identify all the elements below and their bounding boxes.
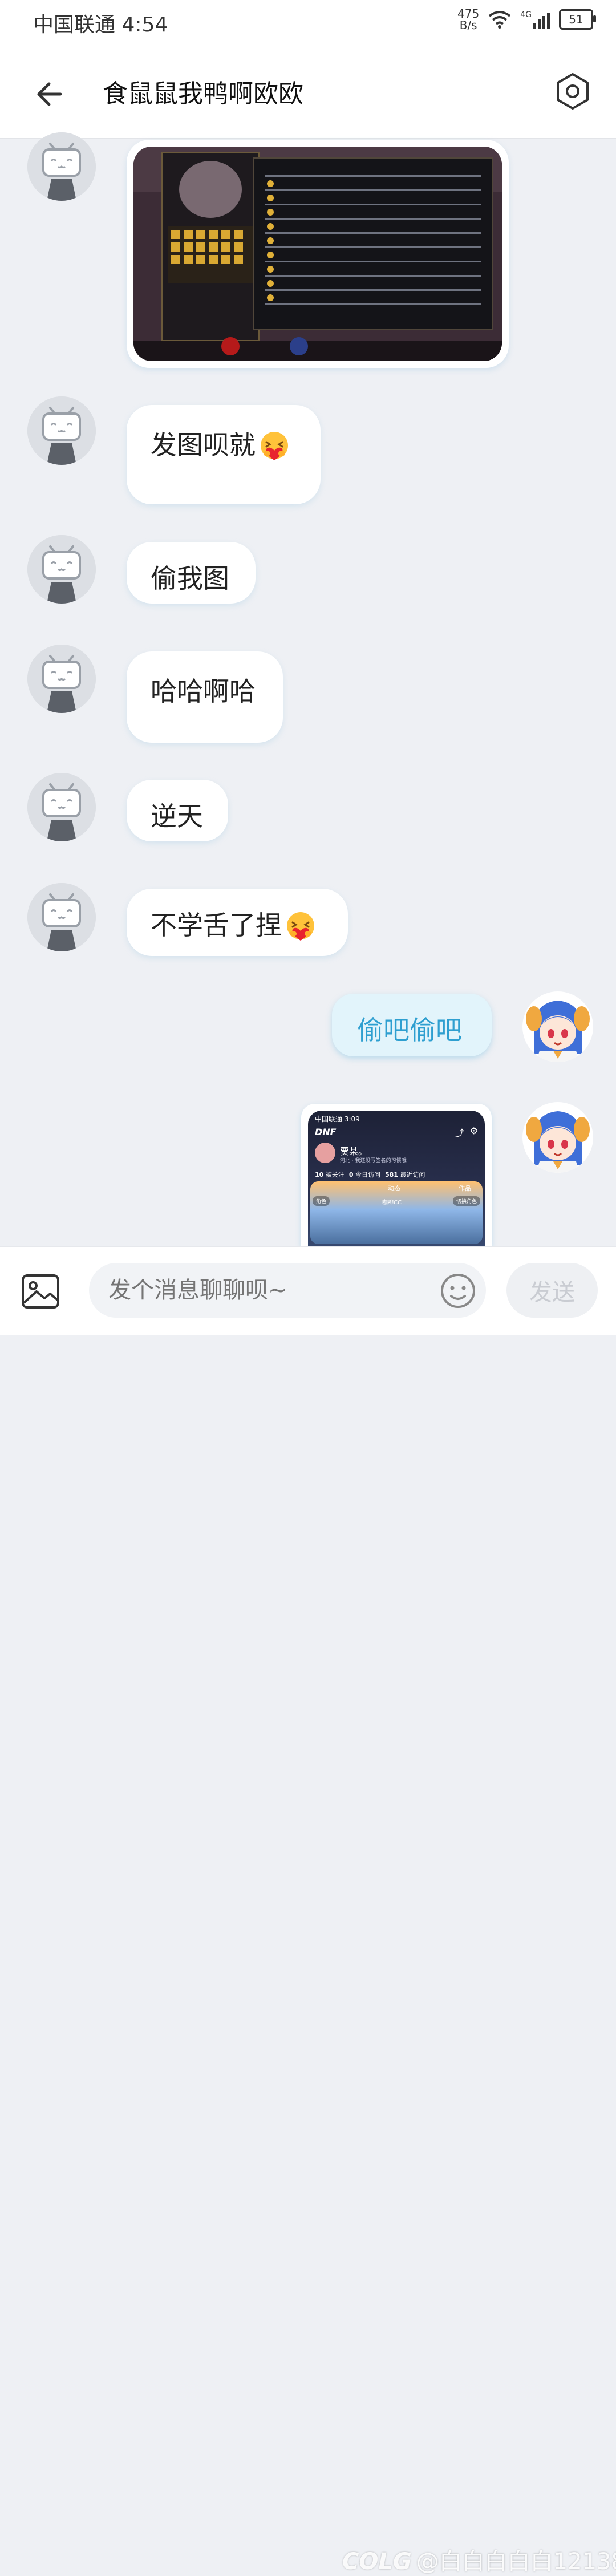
game-screenshot-art xyxy=(133,147,502,361)
network-speed-value: 475 xyxy=(457,7,480,21)
watermark-text: @白白白白白12138 xyxy=(416,2549,616,2575)
signal-type-label: 4G xyxy=(520,10,532,19)
avatar[interactable] xyxy=(27,535,96,604)
hug-heart-emoji-icon xyxy=(287,912,314,941)
emoji-button[interactable] xyxy=(439,1272,477,1310)
message-text: 不学舌了捏 xyxy=(151,910,282,941)
phone-followers: 10 xyxy=(315,1171,324,1178)
bilibili-tv-avatar-icon xyxy=(27,883,96,951)
battery-icon: 51 xyxy=(559,9,596,30)
avatar[interactable] xyxy=(27,645,96,713)
phone-role-button: 角色 xyxy=(313,1196,330,1206)
bilibili-tv-avatar-icon xyxy=(27,132,96,201)
watermark-logo: COLG xyxy=(342,2549,412,2575)
hexagon-gear-icon xyxy=(557,73,589,110)
chat-header: 食鼠鼠我鸭啊欧欧 xyxy=(0,46,616,139)
signal-icon: 4G xyxy=(520,10,550,29)
settings-button[interactable] xyxy=(552,71,593,112)
phone-tab-works: 作品 xyxy=(459,1185,471,1192)
phone-gear-icon: ⚙ xyxy=(469,1125,478,1136)
avatar[interactable] xyxy=(27,773,96,841)
message-text: 哈哈啊哈 xyxy=(151,676,256,707)
network-speed: 475 B/s xyxy=(457,8,479,31)
image-icon xyxy=(22,1274,59,1309)
phone-share-icon: ⤴ xyxy=(455,1128,464,1139)
phone-visits-today: 0 xyxy=(348,1171,354,1178)
carrier-time: 中国联通 4:54 xyxy=(33,13,168,37)
avatar[interactable] xyxy=(27,132,96,201)
message-bubble[interactable]: 逆天 xyxy=(127,780,228,841)
message-text: 偷我图 xyxy=(151,563,229,594)
message-text: 发图呗就 xyxy=(151,430,256,460)
phone-visits-today-label: 今日访问 xyxy=(355,1171,380,1178)
phone-followers-label: 被关注 xyxy=(325,1171,345,1178)
hug-heart-emoji-icon xyxy=(261,431,288,460)
watermark: COLG @白白白白白12138 xyxy=(342,2543,616,2576)
bilibili-tv-avatar-icon xyxy=(27,535,96,604)
phone-tab-dynamic: 动态 xyxy=(388,1185,400,1192)
self-avatar[interactable] xyxy=(522,991,593,1062)
message-input[interactable] xyxy=(89,1263,486,1318)
avatar[interactable] xyxy=(27,396,96,465)
image-picker-button[interactable] xyxy=(19,1271,62,1313)
message-bubble[interactable]: 发图呗就 xyxy=(127,405,321,504)
phone-user-name: 贾某。 xyxy=(340,1146,368,1157)
battery-level: 51 xyxy=(569,13,583,26)
phone-location: 河北 · 我还没写签名的习惯哦 xyxy=(340,1158,407,1164)
message-bubble[interactable]: 哈哈啊哈 xyxy=(127,651,283,743)
anime-girl-avatar-icon xyxy=(522,991,593,1062)
phone-screenshot[interactable]: 中国联通 3:09 DNF ⤴ ⚙ 贾某。 河北 · 我还没写签名的习惯哦 10… xyxy=(308,1111,485,1246)
message-text: 偷吧偷吧 xyxy=(357,1015,462,1046)
status-bar: 中国联通 4:54 475 B/s 4G 51 xyxy=(0,0,616,46)
phone-switch-role-button: 切换角色 xyxy=(452,1196,480,1206)
self-avatar[interactable] xyxy=(522,1102,593,1173)
phone-app-logo: DNF xyxy=(315,1127,337,1137)
phone-recent-visits-label: 最近访问 xyxy=(400,1171,425,1178)
wifi-icon xyxy=(489,11,511,29)
self-image-message[interactable]: 中国联通 3:09 DNF ⤴ ⚙ 贾某。 河北 · 我还没写签名的习惯哦 10… xyxy=(301,1104,492,1246)
status-icons: 475 B/s 4G 51 xyxy=(457,8,596,31)
network-speed-unit: B/s xyxy=(459,18,477,32)
message-input-bar: 发送 COLG@白白白白白12138 xyxy=(0,1246,616,2575)
bilibili-tv-avatar-icon xyxy=(27,645,96,713)
back-button[interactable] xyxy=(31,74,71,114)
send-button[interactable]: 发送 xyxy=(506,1263,598,1318)
message-bubble[interactable]: 不学舌了捏 xyxy=(127,889,348,956)
smiley-icon xyxy=(441,1274,475,1308)
self-message-bubble[interactable]: 偷吧偷吧 xyxy=(332,994,492,1056)
bilibili-tv-avatar-icon xyxy=(27,396,96,465)
game-screenshot[interactable] xyxy=(133,147,502,361)
phone-recent-visits: 581 xyxy=(384,1171,398,1178)
bilibili-tv-avatar-icon xyxy=(27,773,96,841)
message-bubble[interactable]: 偷我图 xyxy=(127,542,256,604)
phone-game-name: 咖啡CC xyxy=(382,1200,402,1206)
anime-girl-avatar-icon xyxy=(522,1102,593,1173)
arrow-left-icon xyxy=(37,82,62,106)
chat-title: 食鼠鼠我鸭啊欧欧 xyxy=(103,79,303,108)
message-text: 逆天 xyxy=(151,801,203,832)
avatar[interactable] xyxy=(27,883,96,951)
image-message[interactable] xyxy=(127,140,509,368)
phone-status-bar: 中国联通 3:09 xyxy=(315,1115,360,1123)
phone-stats: 10 被关注 0 今日访问 581 最近访问 xyxy=(315,1170,425,1179)
phone-avatar xyxy=(315,1143,335,1163)
